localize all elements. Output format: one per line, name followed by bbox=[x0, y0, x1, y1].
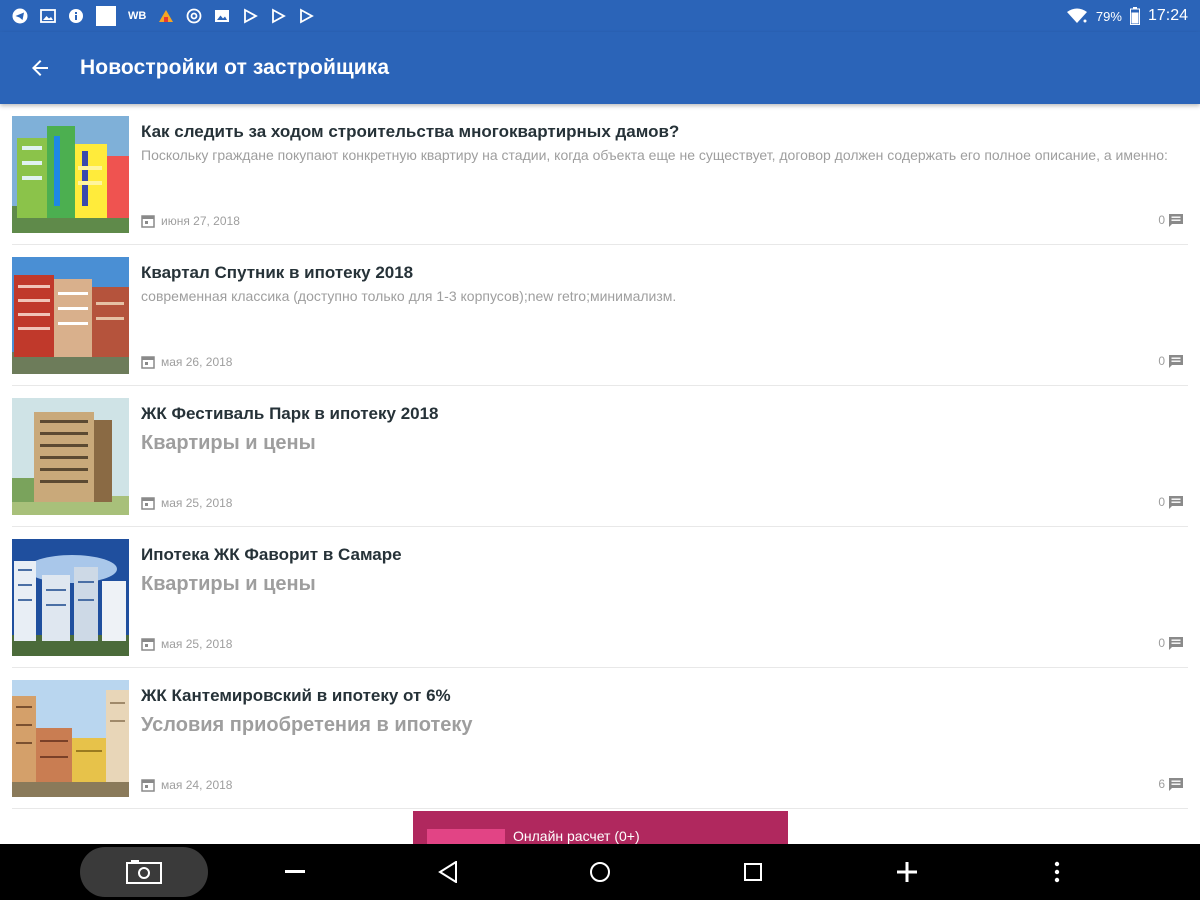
calendar-icon bbox=[141, 497, 155, 510]
wifi-icon bbox=[1066, 8, 1088, 24]
navigation-bar bbox=[0, 844, 1200, 900]
comment-count: 0 bbox=[1158, 213, 1165, 227]
comment-count: 0 bbox=[1158, 354, 1165, 368]
page-title: Новостройки от застройщика bbox=[80, 56, 390, 79]
clock: 17:24 bbox=[1147, 7, 1188, 24]
play-store-icon bbox=[270, 8, 287, 24]
news-thumbnail bbox=[12, 680, 129, 797]
warning-icon bbox=[158, 8, 174, 24]
news-item[interactable]: Ипотека ЖК Фаворит в Самаре Квартиры и ц… bbox=[12, 527, 1188, 668]
news-item[interactable]: ЖК Кантемировский в ипотеку от 6% Услови… bbox=[12, 668, 1188, 809]
comment-icon bbox=[1169, 355, 1183, 368]
news-date: июня 27, 2018 bbox=[141, 214, 240, 228]
telegram-icon bbox=[12, 8, 28, 24]
volume-down-button[interactable] bbox=[275, 844, 315, 900]
comment-count: 6 bbox=[1158, 777, 1165, 791]
news-title: Как следить за ходом строительства много… bbox=[141, 122, 680, 141]
system-status: 79% 17:24 bbox=[1066, 7, 1188, 25]
news-date-text: мая 24, 2018 bbox=[161, 778, 233, 792]
white-square-icon bbox=[96, 6, 116, 26]
volume-up-icon bbox=[897, 862, 917, 882]
screenshot-button[interactable] bbox=[80, 847, 208, 897]
news-item[interactable]: Как следить за ходом строительства много… bbox=[12, 104, 1188, 245]
recents-icon bbox=[744, 863, 762, 881]
news-title: ЖК Кантемировский в ипотеку от 6% bbox=[141, 686, 451, 705]
more-button[interactable] bbox=[1037, 844, 1077, 900]
at-icon bbox=[186, 8, 202, 24]
home-icon bbox=[590, 862, 610, 882]
comment-icon bbox=[1169, 214, 1183, 227]
news-date-text: июня 27, 2018 bbox=[161, 214, 240, 228]
news-description: Квартиры и цены bbox=[141, 432, 316, 454]
home-button[interactable] bbox=[580, 844, 620, 900]
news-date: мая 25, 2018 bbox=[141, 637, 232, 651]
status-bar: WB 79% 17:24 bbox=[0, 0, 1200, 32]
news-thumbnail bbox=[12, 116, 129, 233]
news-thumbnail bbox=[12, 539, 129, 656]
arrow-back-icon bbox=[32, 60, 48, 76]
screenshot-icon bbox=[126, 860, 162, 884]
wb-icon: WB bbox=[128, 10, 147, 22]
news-date-text: мая 25, 2018 bbox=[161, 637, 233, 651]
app-bar: Новостройки от застройщика bbox=[0, 32, 1200, 104]
news-description: современная классика (доступно только дл… bbox=[141, 288, 677, 304]
gallery-icon bbox=[214, 8, 230, 24]
news-title: Квартал Спутник в ипотеку 2018 bbox=[141, 263, 414, 282]
battery-percent: 79% bbox=[1095, 8, 1122, 24]
news-thumbnail bbox=[12, 257, 129, 374]
news-comments: 0 bbox=[1158, 353, 1184, 369]
play-store-icon bbox=[298, 8, 315, 24]
back-button[interactable] bbox=[0, 32, 80, 104]
online-calculation-button[interactable]: Онлайн расчет (0+) bbox=[413, 811, 788, 847]
news-date: мая 24, 2018 bbox=[141, 778, 232, 792]
recents-button[interactable] bbox=[733, 844, 773, 900]
comment-count: 0 bbox=[1158, 636, 1165, 650]
news-comments: 6 bbox=[1158, 776, 1184, 792]
news-comments: 0 bbox=[1158, 212, 1184, 228]
comment-icon bbox=[1169, 778, 1183, 791]
comment-icon bbox=[1169, 496, 1183, 509]
calendar-icon bbox=[141, 638, 155, 651]
news-date: мая 25, 2018 bbox=[141, 496, 232, 510]
image-icon bbox=[40, 8, 56, 24]
battery-icon bbox=[1129, 7, 1140, 25]
news-description: Поскольку граждане покупают конкретную к… bbox=[141, 147, 1168, 163]
news-description: Условия приобретения в ипотеку bbox=[141, 714, 473, 736]
news-item[interactable]: Квартал Спутник в ипотеку 2018 современн… bbox=[12, 245, 1188, 386]
info-icon bbox=[68, 8, 84, 24]
news-date: мая 26, 2018 bbox=[141, 355, 232, 369]
notification-icons: WB bbox=[12, 0, 315, 32]
news-description: Квартиры и цены bbox=[141, 573, 316, 595]
news-title: Ипотека ЖК Фаворит в Самаре bbox=[141, 545, 402, 564]
news-date-text: мая 26, 2018 bbox=[161, 355, 233, 369]
news-date-text: мая 25, 2018 bbox=[161, 496, 233, 510]
news-list[interactable]: Как следить за ходом строительства много… bbox=[0, 104, 1200, 844]
calendar-icon bbox=[141, 779, 155, 792]
comment-count: 0 bbox=[1158, 495, 1165, 509]
volume-down-icon bbox=[285, 870, 305, 873]
calc-button-label: Онлайн расчет (0+) bbox=[513, 828, 640, 844]
more-icon bbox=[1054, 861, 1060, 883]
comment-icon bbox=[1169, 637, 1183, 650]
volume-up-button[interactable] bbox=[887, 844, 927, 900]
calendar-icon bbox=[141, 356, 155, 369]
nav-back-button[interactable] bbox=[428, 844, 468, 900]
back-icon bbox=[438, 861, 457, 883]
calendar-icon bbox=[141, 215, 155, 228]
news-comments: 0 bbox=[1158, 494, 1184, 510]
news-item[interactable]: ЖК Фестиваль Парк в ипотеку 2018 Квартир… bbox=[12, 386, 1188, 527]
news-title: ЖК Фестиваль Парк в ипотеку 2018 bbox=[141, 404, 439, 423]
play-store-icon bbox=[242, 8, 259, 24]
news-comments: 0 bbox=[1158, 635, 1184, 651]
news-thumbnail bbox=[12, 398, 129, 515]
